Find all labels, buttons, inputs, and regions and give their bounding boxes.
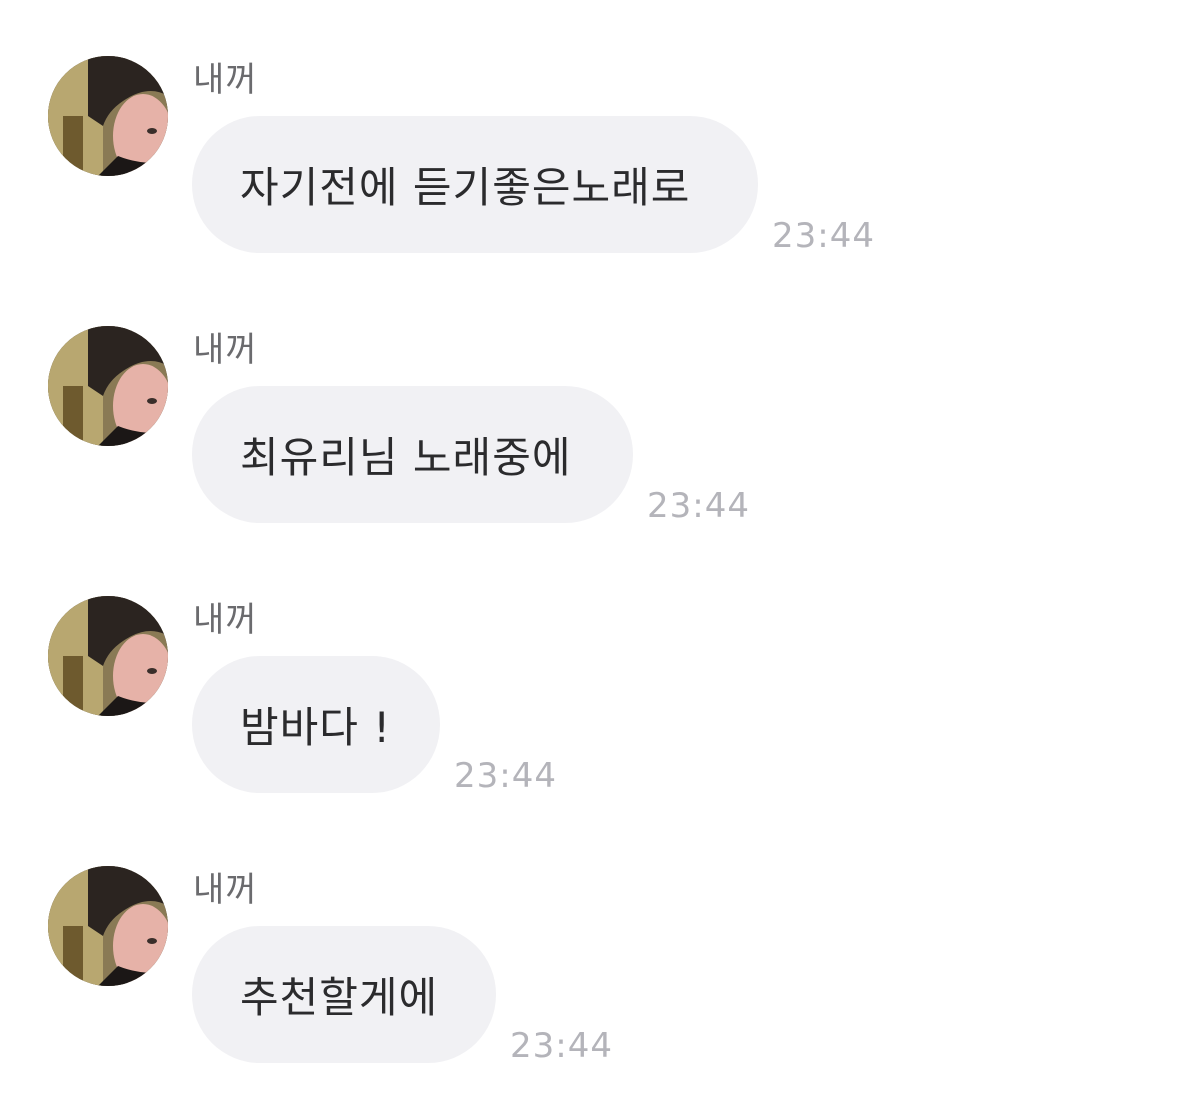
sender-name: 내꺼 [193,60,258,100]
message-time: 23:44 [510,1026,613,1066]
message-bubble[interactable]: 밤바다 ! [192,656,440,793]
message-row: 내꺼 밤바다 ! 23:44 [0,596,1179,796]
avatar[interactable] [48,56,168,176]
avatar[interactable] [48,326,168,446]
avatar-photo-icon [48,596,168,716]
avatar-photo-icon [48,326,168,446]
message-time: 23:44 [772,216,875,256]
message-bubble[interactable]: 최유리님 노래중에 [192,386,633,523]
avatar-photo-icon [48,56,168,176]
message-text: 추천할게에 [240,973,439,1022]
message-text: 밤바다 ! [240,703,392,752]
message-text: 자기전에 듣기좋은노래로 [240,163,691,212]
sender-name: 내꺼 [193,330,258,370]
sender-name: 내꺼 [193,870,258,910]
avatar-photo-icon [48,866,168,986]
message-time: 23:44 [647,486,750,526]
message-row: 내꺼 자기전에 듣기좋은노래로 23:44 [0,56,1179,256]
message-bubble[interactable]: 추천할게에 [192,926,496,1063]
sender-name: 내꺼 [193,600,258,640]
avatar[interactable] [48,866,168,986]
avatar[interactable] [48,596,168,716]
message-bubble[interactable]: 자기전에 듣기좋은노래로 [192,116,758,253]
message-row: 내꺼 추천할게에 23:44 [0,866,1179,1066]
message-time: 23:44 [454,756,557,796]
message-text: 최유리님 노래중에 [240,433,572,482]
message-row: 내꺼 최유리님 노래중에 23:44 [0,326,1179,526]
